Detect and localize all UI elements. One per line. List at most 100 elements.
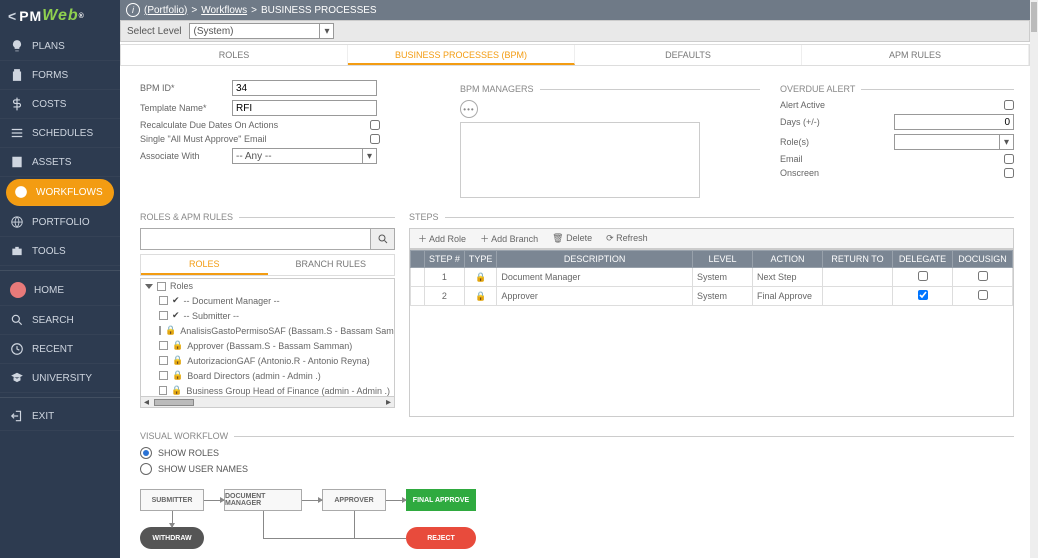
node-reject[interactable]: REJECT (406, 527, 476, 549)
tab-bpm[interactable]: BUSINESS PROCESSES (BPM) (348, 45, 575, 65)
add-branch-button[interactable]: ＋ Add Branch (480, 232, 538, 245)
tree-item[interactable]: AnalisisGastoPermisoSAF (Bassam.S - Bass… (180, 326, 394, 336)
delete-button[interactable]: 🗑 Delete (552, 233, 592, 244)
col-return[interactable]: RETURN TO (823, 251, 893, 268)
col-docusign[interactable]: DOCUSIGN (953, 251, 1013, 268)
col-level[interactable]: LEVEL (693, 251, 753, 268)
nav-schedules[interactable]: SCHEDULES (0, 119, 120, 148)
template-input[interactable] (232, 100, 377, 116)
tree-item[interactable]: Approver (Bassam.S - Bassam Samman) (187, 341, 352, 351)
cell-delegate[interactable] (893, 287, 953, 306)
nav-forms[interactable]: FORMS (0, 61, 120, 90)
tree-hscroll[interactable]: ◂▸ (141, 396, 394, 407)
checkbox-icon[interactable] (157, 282, 166, 291)
visual-title: VISUAL WORKFLOW (140, 431, 228, 441)
tree-item[interactable]: Business Group Head of Finance (admin - … (186, 386, 390, 396)
onscreen-checkbox[interactable] (1004, 168, 1014, 178)
checkbox-icon[interactable] (159, 386, 167, 395)
table-row[interactable]: 1 🔒 Document Manager System Next Step (411, 268, 1013, 287)
single-checkbox[interactable] (370, 134, 380, 144)
scroll-thumb[interactable] (1031, 2, 1037, 32)
cell-docusign[interactable] (953, 268, 1013, 287)
nav-label: FORMS (32, 70, 68, 81)
cell-docusign[interactable] (953, 287, 1013, 306)
bpm-id-input[interactable] (232, 80, 377, 96)
nav-label: SCHEDULES (32, 128, 93, 139)
nav-workflows[interactable]: WORKFLOWS (6, 179, 114, 206)
col-action[interactable]: ACTION (753, 251, 823, 268)
nav-plans[interactable]: PLANS (0, 32, 120, 61)
tab-roles[interactable]: ROLES (121, 45, 348, 65)
bpm-managers-box[interactable] (460, 122, 700, 198)
more-icon[interactable]: ••• (460, 100, 478, 118)
node-withdraw[interactable]: WITHDRAW (140, 527, 204, 549)
subtab-roles[interactable]: ROLES (141, 255, 268, 275)
tree-item[interactable]: Board Directors (admin - Admin .) (187, 371, 321, 381)
tab-apm[interactable]: APM RULES (802, 45, 1029, 65)
node-docmgr[interactable]: DOCUMENT MANAGER (224, 489, 302, 511)
checkbox-icon[interactable] (159, 356, 168, 365)
nav-label: EXIT (32, 411, 54, 422)
tab-defaults[interactable]: DEFAULTS (575, 45, 802, 65)
roles-tree[interactable]: Roles ✔-- Document Manager -- ✔-- Submit… (140, 278, 395, 408)
email-checkbox[interactable] (1004, 154, 1014, 164)
nav-costs[interactable]: COSTS (0, 90, 120, 119)
collapse-icon[interactable]: < (8, 8, 17, 24)
arrow-icon (204, 500, 224, 501)
logo-text: PM (19, 8, 42, 24)
nav-recent[interactable]: RECENT (0, 335, 120, 364)
nav-search[interactable]: SEARCH (0, 306, 120, 335)
chevron-down-icon: ▾ (999, 135, 1013, 149)
check-icon: ✔ (172, 310, 180, 321)
crumb-portfolio[interactable]: (Portfolio) (144, 5, 187, 16)
checkbox-icon[interactable] (159, 296, 168, 305)
tree-item[interactable]: -- Submitter -- (184, 311, 240, 321)
subtab-branch[interactable]: BRANCH RULES (268, 255, 395, 275)
nav-tools[interactable]: TOOLS (0, 237, 120, 266)
refresh-button[interactable]: ⟳ Refresh (606, 233, 648, 244)
show-roles-radio[interactable] (140, 447, 152, 459)
app-logo: < PMWeb® (0, 0, 120, 32)
tree-item[interactable]: AutorizacionGAF (Antonio.R - Antonio Rey… (187, 356, 370, 366)
roles-select[interactable]: ▾ (894, 134, 1014, 150)
onscreen-label: Onscreen (780, 168, 850, 178)
col-type[interactable]: TYPE (464, 251, 497, 268)
expand-icon[interactable] (145, 284, 153, 289)
bpm-managers: BPM MANAGERS ••• (460, 80, 760, 198)
roles-search-button[interactable] (371, 228, 395, 250)
table-row[interactable]: 2 🔒 Approver System Final Approve (411, 287, 1013, 306)
nav-home[interactable]: HOME (0, 275, 120, 306)
recalc-checkbox[interactable] (370, 120, 380, 130)
steps-panel: STEPS ＋ Add Role ＋ Add Branch 🗑 Delete ⟳… (409, 208, 1014, 417)
nav-university[interactable]: UNIVERSITY (0, 364, 120, 393)
alert-active-checkbox[interactable] (1004, 100, 1014, 110)
crumb-workflows[interactable]: Workflows (201, 5, 247, 16)
tree-item[interactable]: -- Document Manager -- (184, 296, 280, 306)
add-role-button[interactable]: ＋ Add Role (418, 232, 466, 245)
days-input[interactable] (894, 114, 1014, 130)
assoc-select[interactable]: -- Any -- ▾ (232, 148, 377, 164)
checkbox-icon[interactable] (159, 371, 168, 380)
node-approver[interactable]: APPROVER (322, 489, 386, 511)
checkbox-icon[interactable] (159, 326, 161, 335)
lock-icon: 🔒 (172, 355, 183, 366)
level-select[interactable]: (System) ▾ (189, 23, 334, 39)
roles-search-input[interactable] (140, 228, 371, 250)
nav-exit[interactable]: EXIT (0, 402, 120, 431)
nav-assets[interactable]: ASSETS (0, 148, 120, 177)
col-step[interactable]: STEP # (425, 251, 465, 268)
cell-delegate[interactable] (893, 268, 953, 287)
node-submitter[interactable]: SUBMITTER (140, 489, 204, 511)
col-delegate[interactable]: DELEGATE (893, 251, 953, 268)
arrow-icon (172, 511, 173, 527)
show-users-radio[interactable] (140, 463, 152, 475)
briefcase-icon (10, 244, 24, 258)
checkbox-icon[interactable] (159, 341, 168, 350)
col-desc[interactable]: DESCRIPTION (497, 251, 693, 268)
checkbox-icon[interactable] (159, 311, 168, 320)
page-scrollbar[interactable]: ▲ (1030, 0, 1038, 558)
nav-primary: PLANS FORMS COSTS SCHEDULES ASSETS WORKF… (0, 32, 120, 266)
nav-portfolio[interactable]: PORTFOLIO (0, 208, 120, 237)
info-icon[interactable]: i (126, 3, 140, 17)
node-final[interactable]: FINAL APPROVE (406, 489, 476, 511)
